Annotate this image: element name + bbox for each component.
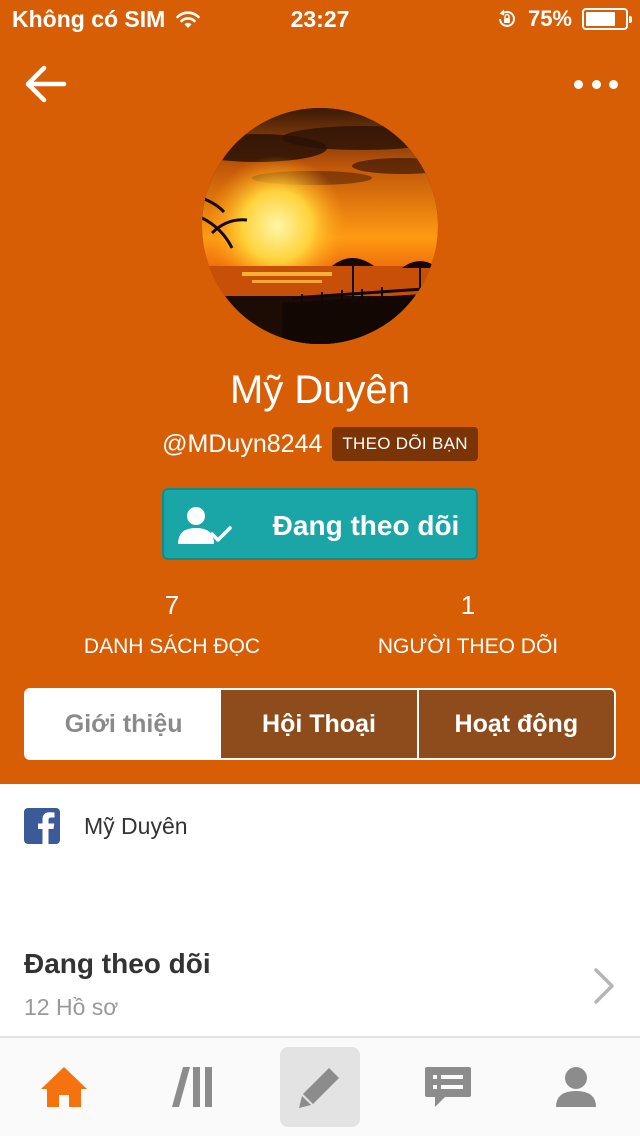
rotation-lock-icon	[498, 9, 515, 27]
more-horizontal-icon	[574, 79, 583, 89]
status-bar: Không có SIM 23:27 75%	[0, 0, 640, 40]
bottom-tab-bar	[0, 1036, 640, 1136]
reading-lists-count: 7	[164, 590, 180, 620]
arrow-left-icon	[25, 65, 67, 103]
tabbar-messages[interactable]	[384, 1038, 512, 1136]
following-title: Đang theo dõi	[24, 948, 211, 979]
facebook-link[interactable]: Mỹ Duyên	[24, 808, 188, 844]
tabbar-write[interactable]	[256, 1038, 384, 1136]
chevron-right-icon	[594, 968, 614, 1004]
tab-about[interactable]: Giới thiệu	[26, 690, 222, 758]
profile-name: Mỹ Duyên	[229, 368, 411, 412]
following-list-row[interactable]: Đang theo dõi 12 Hồ sơ	[0, 930, 640, 1036]
battery-icon	[582, 8, 632, 30]
home-icon	[41, 1067, 87, 1107]
following-button-label: Đang theo dõi	[272, 510, 460, 541]
followers-label: NGƯỜI THEO DÕI	[377, 635, 559, 658]
following-count: 12 Hồ sơ	[24, 994, 119, 1020]
facebook-name: Mỹ Duyên	[84, 812, 188, 839]
reading-lists-stat[interactable]: 7 DANH SÁCH ĐỌC	[42, 590, 302, 659]
tab-conversations[interactable]: Hội Thoại	[221, 690, 419, 758]
back-button[interactable]	[20, 60, 72, 108]
facebook-icon	[24, 808, 60, 844]
profile-icon	[556, 1067, 596, 1107]
library-icon	[172, 1067, 212, 1107]
profile-tabs: Giới thiệu Hội Thoại Hoạt động	[24, 688, 616, 760]
follows-you-badge: THEO DÕI BẠN	[332, 427, 478, 461]
more-options-button[interactable]	[574, 70, 618, 98]
pencil-icon	[299, 1068, 339, 1108]
avatar-image	[202, 108, 438, 344]
username-handle: @MDuyn8244	[162, 429, 323, 458]
followers-count: 1	[460, 590, 476, 620]
followers-stat[interactable]: 1 NGƯỜI THEO DÕI	[338, 590, 598, 659]
tabbar-library[interactable]	[128, 1038, 256, 1136]
battery-percent: 75%	[527, 6, 572, 31]
tabbar-profile[interactable]	[512, 1038, 640, 1136]
user-check-icon	[178, 507, 232, 544]
battery-level	[586, 12, 615, 26]
reading-lists-label: DANH SÁCH ĐỌC	[83, 635, 261, 658]
tabbar-home[interactable]	[0, 1038, 128, 1136]
messages-icon	[425, 1067, 471, 1107]
tab-activity[interactable]: Hoạt động	[418, 690, 614, 758]
avatar[interactable]	[202, 108, 438, 344]
following-button[interactable]: Đang theo dõi	[162, 488, 478, 560]
